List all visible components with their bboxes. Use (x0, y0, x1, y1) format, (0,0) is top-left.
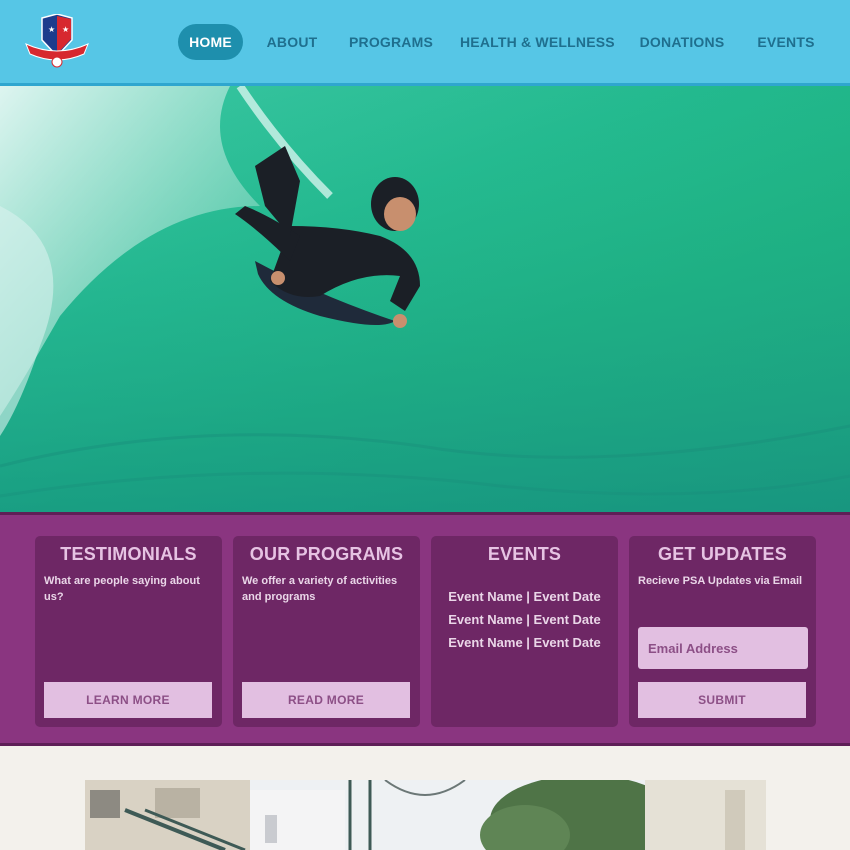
updates-subtitle: Recieve PSA Updates via Email (638, 575, 803, 587)
site-header: ★ ★ HOME ABOUT PROGRAMS HEALTH & WELLNES… (0, 0, 850, 86)
email-input[interactable] (638, 627, 808, 669)
testimonials-card: TESTIMONIALS What are people saying abou… (35, 536, 222, 727)
hero-image (0, 86, 850, 512)
surfer-wave-illustration (0, 86, 850, 512)
nav-about[interactable]: ABOUT (262, 24, 322, 60)
event-item[interactable]: Event Name | Event Date (431, 631, 618, 654)
programs-title: OUR PROGRAMS (249, 544, 404, 564)
building-photo (85, 780, 766, 850)
nav-home[interactable]: HOME (178, 24, 243, 60)
event-item[interactable]: Event Name | Event Date (431, 585, 618, 608)
learn-more-button[interactable]: LEARN MORE (44, 682, 212, 718)
programs-card: OUR PROGRAMS We offer a variety of activ… (233, 536, 420, 727)
events-title: EVENTS (487, 544, 562, 564)
event-item[interactable]: Event Name | Event Date (431, 608, 618, 631)
submit-button[interactable]: SUBMIT (638, 682, 806, 718)
updates-card: GET UPDATES Recieve PSA Updates via Emai… (629, 536, 816, 727)
testimonials-title: TESTIMONIALS (60, 544, 197, 564)
nav-events[interactable]: EVENTS (752, 24, 820, 60)
read-more-button[interactable]: READ MORE (242, 682, 410, 718)
main-nav: HOME ABOUT PROGRAMS HEALTH & WELLNESS DO… (0, 24, 850, 60)
events-list: Event Name | Event Date Event Name | Eve… (431, 585, 618, 654)
events-card: EVENTS Event Name | Event Date Event Nam… (431, 536, 618, 727)
nav-donations[interactable]: DONATIONS (636, 24, 728, 60)
building-street-illustration (85, 780, 766, 850)
info-band: TESTIMONIALS What are people saying abou… (0, 512, 850, 746)
updates-title: GET UPDATES (658, 544, 787, 564)
nav-programs[interactable]: PROGRAMS (345, 24, 437, 60)
nav-health-wellness[interactable]: HEALTH & WELLNESS (460, 24, 615, 60)
testimonials-subtitle: What are people saying about us? (44, 575, 200, 603)
programs-subtitle: We offer a variety of activities and pro… (242, 575, 398, 603)
